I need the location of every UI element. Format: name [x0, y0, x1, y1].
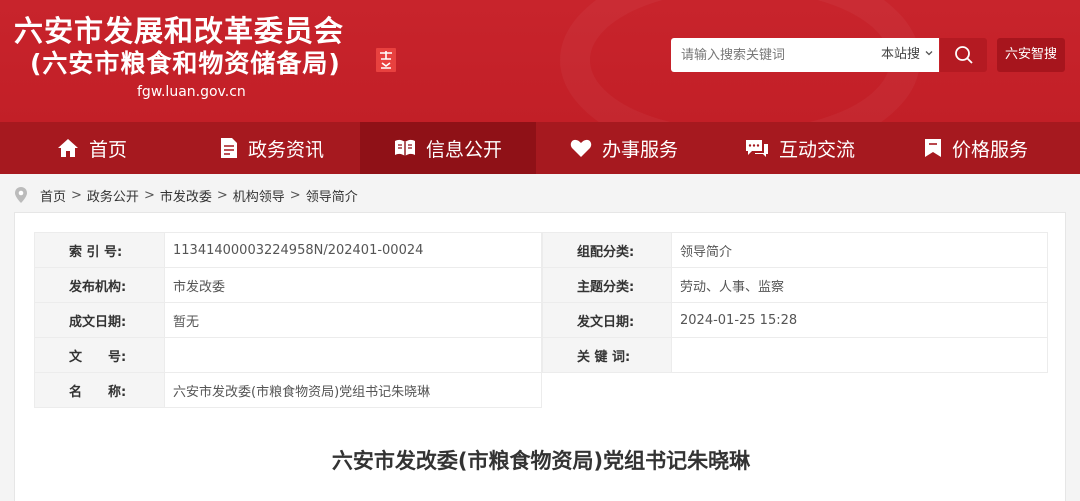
meta-label-doc-no: 文 号: — [34, 337, 165, 373]
meta-label-category: 组配分类: — [542, 232, 672, 268]
search-input[interactable] — [671, 38, 871, 72]
meta-row: 文 号: 关 键 词: — [34, 337, 1048, 373]
nav-item-label: 价格服务 — [951, 138, 1028, 161]
meta-row: 索 引 号: 11341400003224958N/202401-00024 组… — [34, 232, 1048, 268]
meta-label-topic: 主题分类: — [542, 267, 672, 303]
meta-value-name: 六安市发改委(市粮食物资局)党组书记朱晓琳 — [165, 372, 542, 408]
meta-row: 名 称: 六安市发改委(市粮食物资局)党组书记朱晓琳 — [34, 372, 542, 408]
meta-row: 发布机构: 市发改委 主题分类: 劳动、人事、监察 — [34, 267, 1048, 303]
smart-search-button[interactable]: 六安智搜 — [997, 38, 1065, 72]
chat-icon — [745, 140, 768, 157]
heart-hands-icon — [570, 139, 592, 157]
home-icon — [57, 139, 78, 157]
nav-item-interaction[interactable]: 互动交流 — [712, 122, 888, 174]
nav-item-label: 政务资讯 — [247, 138, 324, 161]
nav-item-label: 办事服务 — [601, 138, 678, 161]
nav-item-home[interactable]: 首页 — [0, 122, 184, 174]
breadcrumb-leader-profile[interactable]: 领导简介 — [306, 186, 358, 205]
search-box: 本站搜 — [671, 38, 939, 72]
meta-value-topic: 劳动、人事、监察 — [672, 267, 1048, 303]
search-icon — [954, 46, 973, 64]
breadcrumb-ndrc[interactable]: 市发改委 — [160, 186, 212, 205]
bookmark-icon — [924, 139, 941, 157]
search-button[interactable] — [940, 38, 987, 72]
nav-item-services[interactable]: 办事服务 — [536, 122, 712, 174]
meta-value-published-date: 2024-01-25 15:28 — [672, 302, 1048, 338]
meta-value-doc-no — [165, 337, 542, 373]
meta-value-created-date: 暂无 — [165, 302, 542, 338]
site-domain: fgw.luan.gov.cn — [137, 84, 246, 100]
meta-value-category: 领导简介 — [672, 232, 1048, 268]
breadcrumb-home[interactable]: 首页 — [40, 186, 66, 205]
nav-item-label: 互动交流 — [778, 138, 855, 161]
breadcrumb-leadership[interactable]: 机构领导 — [233, 186, 285, 205]
meta-value-publisher: 市发改委 — [165, 267, 542, 303]
location-pin-icon — [15, 187, 27, 203]
site-subtitle[interactable]: (六安市粮食和物资储备局) — [30, 44, 341, 80]
article-title: 六安市发改委(市粮食物资局)党组书记朱晓琳 — [331, 449, 751, 473]
content-panel: 索 引 号: 11341400003224958N/202401-00024 组… — [14, 212, 1066, 501]
nav-item-label: 信息公开 — [425, 138, 502, 161]
nav-item-news[interactable]: 政务资讯 — [184, 122, 360, 174]
breadcrumb-gov-affairs[interactable]: 政务公开 — [87, 186, 139, 205]
breadcrumb-separator: > — [71, 187, 82, 203]
nav-item-price-services[interactable]: 价格服务 — [888, 122, 1064, 174]
seal-logo-icon — [376, 48, 396, 72]
meta-value-index-no: 11341400003224958N/202401-00024 — [165, 232, 542, 268]
search-scope-label: 本站搜 — [881, 47, 921, 62]
meta-label-name: 名 称: — [34, 372, 165, 408]
nav-item-info-disclosure[interactable]: 信息公开 — [360, 122, 536, 174]
meta-value-keywords — [672, 337, 1048, 373]
site-header: 六安市发展和改革委员会 (六安市粮食和物资储备局) fgw.luan.gov.c… — [0, 0, 1080, 122]
breadcrumb-separator: > — [143, 187, 155, 203]
breadcrumb: 首页 > 政务公开 > 市发改委 > 机构领导 > 领导简介 — [14, 183, 358, 207]
breadcrumb-separator: > — [216, 187, 228, 203]
book-icon — [394, 139, 415, 156]
search-scope-select[interactable]: 本站搜 — [881, 38, 934, 72]
meta-label-keywords: 关 键 词: — [542, 337, 672, 373]
meta-label-created-date: 成文日期: — [34, 302, 165, 338]
breadcrumb-separator: > — [289, 187, 301, 203]
meta-label-publisher: 发布机构: — [34, 267, 165, 303]
meta-row: 成文日期: 暂无 发文日期: 2024-01-25 15:28 — [34, 302, 1048, 338]
document-icon — [220, 138, 237, 158]
meta-label-index-no: 索 引 号: — [34, 232, 165, 268]
main-nav: 首页 政务资讯 信息公开 办事服务 互动交流 价格服务 — [0, 122, 1080, 174]
nav-item-label: 首页 — [88, 138, 127, 161]
meta-label-published-date: 发文日期: — [542, 302, 672, 338]
chevron-down-icon — [925, 51, 933, 56]
